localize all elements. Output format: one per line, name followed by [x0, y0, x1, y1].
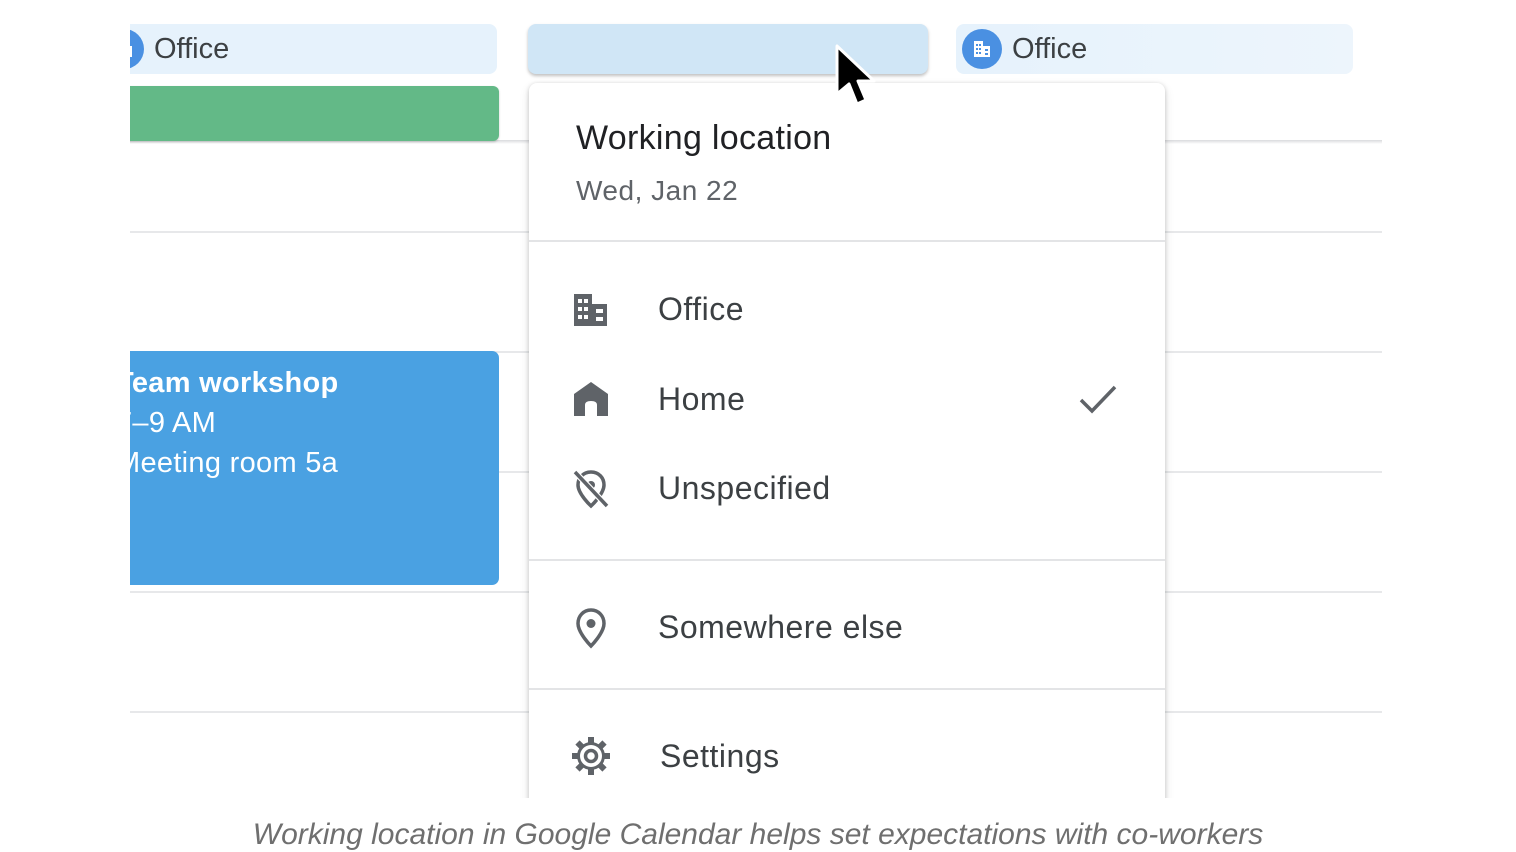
menu-item-label: Home	[658, 380, 746, 417]
calendar-grid: Office Office Team workshop 7–9 AM Meeti…	[130, 0, 1382, 798]
building-icon	[130, 29, 144, 69]
building-icon	[962, 29, 1002, 69]
menu-title: Working location	[576, 119, 832, 157]
calendar-event-team-workshop[interactable]: Team workshop 7–9 AM Meeting room 5a	[130, 351, 499, 585]
working-location-chip-left[interactable]: Office	[130, 24, 497, 74]
menu-item-office[interactable]: Office	[529, 269, 1165, 349]
checkmark-icon	[1079, 385, 1117, 414]
event-title: Team workshop	[130, 367, 339, 399]
chip-label: Office	[154, 32, 230, 65]
calendar-event-green[interactable]	[130, 86, 499, 141]
menu-item-somewhere-else[interactable]: Somewhere else	[529, 587, 1165, 667]
event-location: Meeting room 5a	[130, 447, 339, 479]
location-pin-icon	[576, 608, 606, 649]
menu-item-settings[interactable]: Settings	[529, 716, 1165, 796]
building-icon	[574, 294, 607, 326]
caption: Working location in Google Calendar help…	[252, 818, 1264, 851]
menu-item-label: Unspecified	[658, 469, 831, 506]
gear-icon	[572, 737, 610, 775]
divider	[529, 688, 1165, 690]
menu-item-unspecified[interactable]: Unspecified	[529, 448, 1165, 528]
divider	[529, 240, 1165, 242]
menu-item-label: Somewhere else	[658, 608, 904, 645]
chip-label: Office	[1012, 32, 1088, 65]
menu-date: Wed, Jan 22	[576, 175, 739, 206]
mouse-cursor-icon	[835, 44, 876, 106]
menu-item-label: Office	[658, 290, 744, 327]
location-off-icon	[572, 469, 610, 509]
event-time: 7–9 AM	[130, 407, 217, 439]
working-location-chip-right[interactable]: Office	[956, 24, 1353, 74]
menu-item-home[interactable]: Home	[529, 359, 1165, 439]
divider	[529, 559, 1165, 561]
home-icon	[574, 382, 608, 416]
working-location-menu: Working location Wed, Jan 22 Office Home…	[529, 83, 1165, 798]
menu-item-label: Settings	[660, 737, 780, 774]
